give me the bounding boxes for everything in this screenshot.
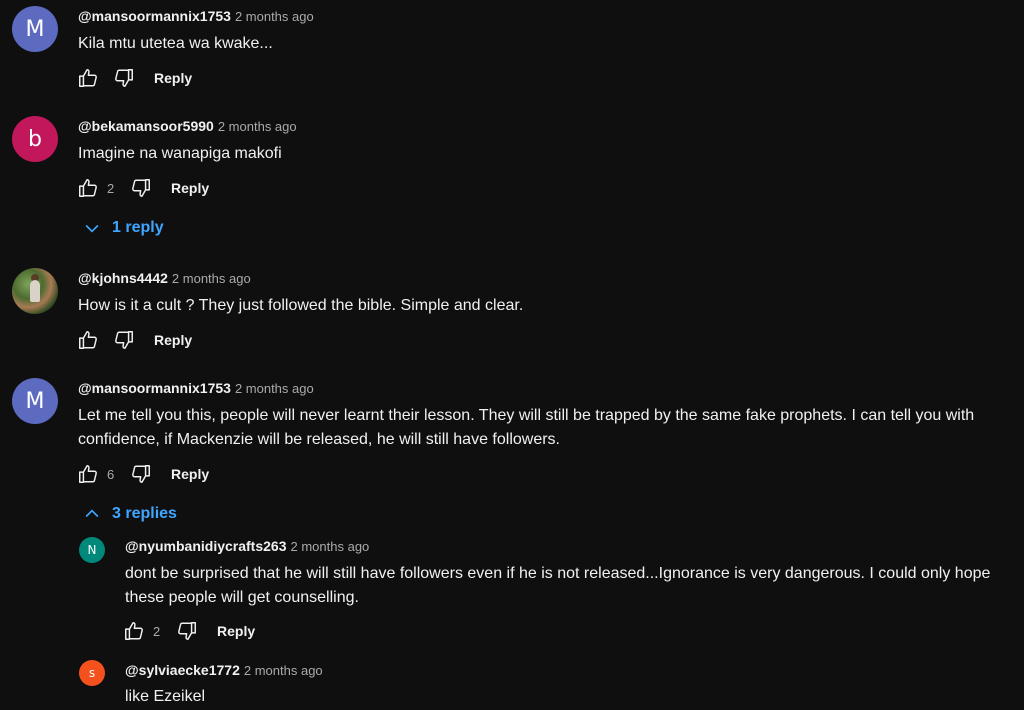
author-name[interactable]: @mansoormannix1753 [78, 8, 231, 24]
reply-button[interactable]: Reply [171, 466, 209, 482]
avatar[interactable]: b [12, 116, 58, 162]
timestamp[interactable]: 2 months ago [235, 381, 314, 396]
chevron-down-icon [85, 224, 99, 233]
avatar[interactable] [12, 268, 58, 314]
author-name[interactable]: @sylviaecke1772 [125, 662, 240, 678]
reply-header: @sylviaecke1772 2 months ago [125, 662, 323, 680]
comment-actions: Reply [76, 328, 192, 352]
comment-text-line: Let me tell you this, people will never … [78, 407, 975, 424]
comment-header: @mansoormannix1753 2 months ago [78, 380, 314, 398]
reply-text: dont be surprised that he will still hav… [125, 562, 990, 610]
reply-button[interactable]: Reply [154, 70, 192, 86]
comment-actions: 2 Reply [76, 176, 209, 200]
avatar[interactable]: N [79, 537, 105, 563]
timestamp[interactable]: 2 months ago [244, 663, 323, 678]
thumbs-down-icon[interactable] [112, 66, 136, 90]
avatar[interactable]: s [79, 660, 105, 686]
thumbs-up-icon[interactable] [76, 66, 100, 90]
hide-replies-button[interactable]: 3 replies [82, 504, 177, 524]
author-name[interactable]: @mansoormannix1753 [78, 380, 231, 396]
reply-button[interactable]: Reply [154, 332, 192, 348]
author-name[interactable]: @nyumbanidiycrafts263 [125, 538, 287, 554]
comment-actions: 6 Reply [76, 462, 209, 486]
view-replies-button[interactable]: 1 reply [82, 218, 164, 238]
comment-text: Kila mtu utetea wa kwake... [78, 35, 273, 52]
thumbs-down-icon[interactable] [129, 176, 153, 200]
timestamp[interactable]: 2 months ago [218, 119, 297, 134]
chevron-up-icon [85, 509, 99, 518]
thumbs-up-icon[interactable] [76, 462, 100, 486]
thumbs-up-icon[interactable] [76, 328, 100, 352]
comment-text: Imagine na wanapiga makofi [78, 145, 282, 162]
comment-text-line: confidence, if Mackenzie will be release… [78, 431, 560, 448]
reply-button[interactable]: Reply [171, 180, 209, 196]
avatar[interactable]: M [12, 6, 58, 52]
timestamp[interactable]: 2 months ago [235, 9, 314, 24]
author-name[interactable]: @bekamansoor5990 [78, 118, 214, 134]
reply-text: like Ezeikel [125, 688, 206, 705]
replies-count-label: 1 reply [112, 219, 164, 236]
comment-actions: Reply [76, 66, 192, 90]
thumbs-down-icon[interactable] [112, 328, 136, 352]
comment-text: Let me tell you this, people will never … [78, 404, 974, 452]
like-count: 6 [107, 466, 115, 482]
reply-text-line: these people will get counselling. [125, 589, 359, 606]
timestamp[interactable]: 2 months ago [291, 539, 370, 554]
author-name[interactable]: @kjohns4442 [78, 270, 168, 286]
reply-actions: 2 Reply [122, 619, 255, 643]
reply-button[interactable]: Reply [217, 623, 255, 639]
comment-header: @bekamansoor5990 2 months ago [78, 118, 297, 136]
comment-header: @kjohns4442 2 months ago [78, 270, 251, 288]
like-count: 2 [107, 180, 115, 196]
comment-text: How is it a cult ? They just followed th… [78, 297, 524, 314]
thumbs-up-icon[interactable] [76, 176, 100, 200]
replies-count-label: 3 replies [112, 505, 177, 522]
reply-text-line: dont be surprised that he will still hav… [125, 565, 991, 582]
reply-header: @nyumbanidiycrafts263 2 months ago [125, 538, 369, 556]
thumbs-down-icon[interactable] [175, 619, 199, 643]
timestamp[interactable]: 2 months ago [172, 271, 251, 286]
thumbs-down-icon[interactable] [129, 462, 153, 486]
comment-header: @mansoormannix1753 2 months ago [78, 8, 314, 26]
thumbs-up-icon[interactable] [122, 619, 146, 643]
like-count: 2 [153, 623, 161, 639]
avatar[interactable]: M [12, 378, 58, 424]
